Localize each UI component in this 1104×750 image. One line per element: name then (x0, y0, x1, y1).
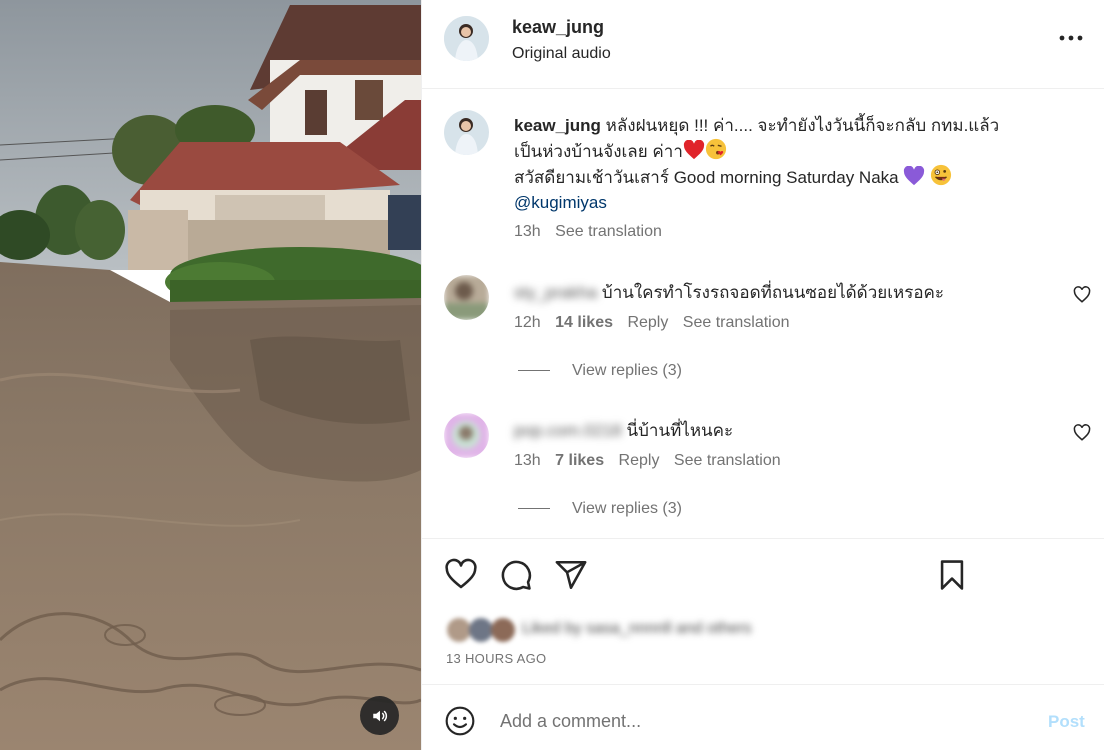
caption-line-1: หลังฝนหยุด !!! ค่า.... จะทำยังไงวันนี้ก็… (605, 116, 1000, 135)
view-replies-label: View replies (3) (572, 500, 682, 517)
avatar-image (444, 16, 489, 61)
caption-line-3: สวัสดียามเช้าวันเสาร์ Good morning Satur… (514, 168, 899, 187)
comment-meta: 12h 14 likes Reply See translation (514, 314, 800, 332)
post-comment-button[interactable]: Post (1048, 712, 1085, 732)
view-replies-button[interactable]: View replies (3) (518, 362, 682, 380)
post-media-video[interactable] (0, 0, 421, 750)
liked-by-text: Liked by sasa_nnnnll and others (522, 620, 752, 637)
replies-divider (518, 508, 550, 510)
comment-time[interactable]: 13h (514, 452, 541, 469)
speaker-icon (372, 710, 387, 721)
comment-body: pop.com.0218 นี่บ้านที่ไหนคะ (514, 417, 733, 444)
comment-time[interactable]: 12h (514, 314, 541, 331)
save-button[interactable] (935, 558, 969, 592)
comment-avatar[interactable] (444, 275, 489, 320)
comment-username[interactable]: pop.com.0218 (514, 421, 622, 440)
caption-see-translation[interactable]: See translation (555, 223, 662, 240)
avatar-image (444, 413, 489, 458)
comment-meta: 13h 7 likes Reply See translation (514, 452, 791, 470)
caption-username[interactable]: keaw_jung (514, 116, 601, 135)
avatar-image (444, 275, 489, 320)
author-avatar[interactable] (444, 16, 489, 61)
liker-avatars (447, 618, 515, 642)
author-username[interactable]: keaw_jung (512, 17, 604, 38)
kissing-face-emoji-icon (705, 138, 726, 160)
comment-text: นี่บ้านที่ไหนคะ (626, 421, 734, 440)
more-horizontal-icon (1059, 35, 1083, 41)
avatar-image (444, 110, 489, 155)
comment-like-button[interactable] (1073, 424, 1091, 442)
purple-heart-emoji-icon (904, 166, 925, 186)
comment-icon (501, 560, 532, 591)
bookmark-icon (940, 560, 964, 590)
more-options-button[interactable] (1058, 28, 1084, 48)
replies-divider (518, 370, 550, 372)
comment-likes[interactable]: 7 likes (555, 452, 604, 469)
comment-avatar[interactable] (444, 413, 489, 458)
red-heart-emoji-icon (683, 140, 704, 160)
instagram-post-view: keaw_jung Original audio keaw_jung หลังฝ… (0, 0, 1104, 750)
heart-icon (1073, 286, 1091, 303)
caption-line-2: เป็นห่วงบ้านจังเลย ค่าา (514, 142, 683, 161)
like-button[interactable] (444, 558, 478, 592)
comment-button[interactable] (499, 558, 533, 592)
flooded-street-video-frame (0, 0, 421, 750)
caption-author-avatar[interactable] (444, 110, 489, 155)
zany-face-emoji-icon (930, 164, 952, 186)
comment-like-button[interactable] (1073, 286, 1091, 304)
heart-icon (1073, 424, 1091, 441)
heart-icon (445, 558, 477, 589)
comment-input[interactable] (500, 705, 1020, 737)
comment-see-translation[interactable]: See translation (674, 452, 781, 469)
post-details-pane: keaw_jung Original audio keaw_jung หลังฝ… (421, 0, 1104, 750)
view-replies-button[interactable]: View replies (3) (518, 500, 682, 518)
post-header: keaw_jung Original audio (422, 0, 1104, 89)
comment-reply-button[interactable]: Reply (619, 452, 660, 469)
caption-meta: 13h See translation (514, 223, 672, 241)
post-timestamp[interactable]: 13 HOURS AGO (446, 651, 546, 666)
comment-body: sty_prakha บ้านใครทำโรงรถจอดที่ถนนซอยได้… (514, 279, 944, 306)
add-comment-bar: Post (422, 684, 1104, 750)
smiley-icon (445, 706, 475, 736)
mute-toggle-button[interactable] (360, 696, 399, 735)
post-actions: Liked by sasa_nnnnll and others 13 HOURS… (422, 538, 1104, 684)
emoji-picker-button[interactable] (444, 705, 476, 737)
post-caption: keaw_jung หลังฝนหยุด !!! ค่า.... จะทำยัง… (514, 113, 1084, 215)
comment-see-translation[interactable]: See translation (683, 314, 790, 331)
caption-mention-link[interactable]: @kugimiyas (514, 193, 607, 212)
paper-plane-icon (555, 560, 587, 590)
view-replies-label: View replies (3) (572, 362, 682, 379)
comment-text: บ้านใครทำโรงรถจอดที่ถนนซอยได้ด้วยเหรอคะ (601, 283, 945, 302)
caption-time[interactable]: 13h (514, 223, 541, 240)
comment-username[interactable]: sty_prakha (514, 283, 597, 302)
audio-label[interactable]: Original audio (512, 45, 611, 63)
comment-reply-button[interactable]: Reply (627, 314, 668, 331)
comment-likes[interactable]: 14 likes (555, 314, 613, 331)
share-button[interactable] (554, 558, 588, 592)
